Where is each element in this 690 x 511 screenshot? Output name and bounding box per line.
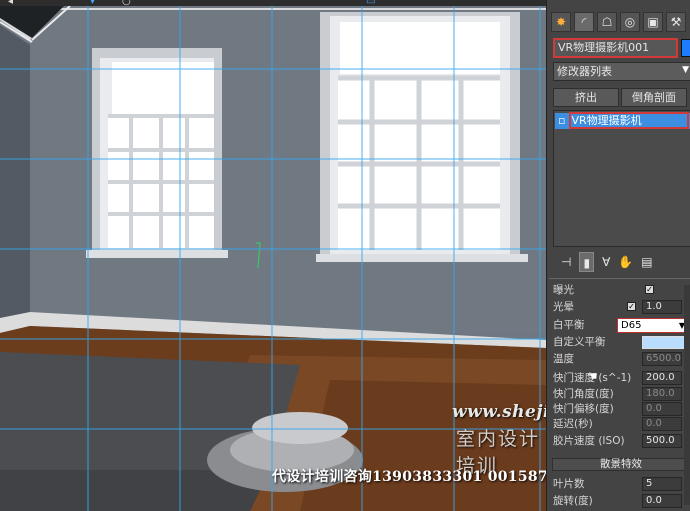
temperature-spinner[interactable]: 6500.0	[642, 352, 690, 366]
object-name-field[interactable]: VR物理摄影机001	[553, 38, 678, 58]
blades-spinner[interactable]: 5	[642, 477, 690, 491]
modifier-stack: ▫ VR物理摄影机	[553, 110, 690, 247]
exposure-row: 曝光 ✓	[553, 282, 690, 299]
temperature-row: 温度 6500.0	[553, 351, 690, 368]
shutter-speed-row: 快门速度 (s^-1) 200.0	[553, 370, 690, 387]
stack-tools: ⊣ ▮ ∀ ✋ ▤	[553, 252, 690, 272]
window-right	[316, 12, 528, 262]
shutter-offset-spinner[interactable]: 0.0	[642, 402, 690, 416]
white-balance-dropdown[interactable]: D65 ▼	[617, 318, 688, 333]
latency-spinner[interactable]: 0.0	[642, 417, 690, 431]
shutter-angle-label: 快门角度(度)	[553, 388, 614, 400]
select-icon[interactable]: ▾	[90, 0, 95, 7]
custom-balance-swatch[interactable]	[642, 336, 688, 349]
modifier-list-dropdown[interactable]: 修改器列表 ▼	[553, 62, 690, 81]
shutter-offset-label: 快门偏移(度)	[553, 403, 614, 415]
show-end-result-icon[interactable]: ▮	[579, 252, 595, 272]
exposure-label: 曝光	[553, 284, 574, 296]
vignetting-row: 光晕 ✓ 1.0	[553, 299, 690, 316]
watermark-site: www.shejiedu.com	[452, 402, 546, 422]
make-unique-icon[interactable]: ∀	[602, 252, 610, 272]
configure-sets-icon[interactable]: ▤	[641, 252, 652, 272]
iso-label: 胶片速度 (ISO)	[553, 435, 625, 447]
modify-icon[interactable]: ◜	[574, 12, 594, 32]
highlight-box	[569, 112, 689, 129]
vignetting-checkbox[interactable]: ✓	[627, 302, 636, 311]
object-color-swatch[interactable]	[681, 39, 690, 57]
shutter-angle-spinner[interactable]: 180.0	[642, 387, 690, 401]
watermark-phone: 代设计培训咨询13903833301 001587879379	[272, 469, 546, 485]
pin-stack-icon[interactable]: ⊣	[561, 252, 571, 272]
snap-icon[interactable]: ▭	[366, 0, 375, 7]
bokeh-rollout-header[interactable]: 散景特效	[552, 458, 690, 471]
window-left	[86, 48, 228, 258]
white-balance-label: 白平衡	[553, 319, 585, 331]
perspective-viewport[interactable]: ◂ ▾ ○ ▭ www.shejiedu.com 室内设计培训 代设计培训咨询1…	[0, 0, 546, 511]
modifier-buttons: 挤出 倒角剖面	[553, 88, 687, 107]
rotation-label: 旋转(度)	[553, 495, 593, 507]
extrude-button[interactable]: 挤出	[553, 88, 619, 107]
divider	[549, 278, 690, 279]
modifier-list-label: 修改器列表	[557, 65, 612, 78]
top-toolbar-strip: ◂ ▾ ○ ▭	[0, 0, 546, 7]
latency-row: 延迟(秒) 0.0	[553, 416, 690, 433]
hierarchy-icon[interactable]: ☖	[597, 12, 617, 32]
latency-label: 延迟(秒)	[553, 418, 593, 430]
arrow-icon[interactable]: ◂	[8, 0, 13, 7]
hand-cursor-icon: ☚	[587, 369, 598, 383]
exposure-checkbox[interactable]: ✓	[645, 285, 654, 294]
blades-row: 叶片数 5	[553, 476, 690, 493]
shutter-speed-spinner[interactable]: 200.0	[642, 371, 690, 385]
panel-tabs: ✸ ◜ ☖ ◎ ▣ ⚒	[551, 12, 686, 32]
temperature-label: 温度	[553, 353, 574, 365]
motion-icon[interactable]: ◎	[620, 12, 640, 32]
custom-balance-label: 自定义平衡	[553, 336, 606, 348]
rotation-spinner[interactable]: 0.0	[642, 494, 690, 508]
chevron-down-icon: ▼	[682, 65, 689, 75]
blades-label: 叶片数	[553, 478, 585, 490]
vignetting-label: 光晕	[553, 301, 574, 313]
bevel-profile-button[interactable]: 倒角剖面	[621, 88, 687, 107]
vignetting-spinner[interactable]: 1.0	[642, 300, 690, 314]
iso-spinner[interactable]: 500.0	[642, 434, 690, 448]
rotation-row: 旋转(度) 0.0	[553, 493, 690, 510]
panel-scrollbar[interactable]	[684, 285, 690, 505]
iso-row: 胶片速度 (ISO) 500.0	[553, 433, 690, 450]
rotate-icon[interactable]: ○	[122, 0, 131, 7]
stack-item-vrcamera[interactable]: ▫ VR物理摄影机	[555, 112, 690, 129]
display-icon[interactable]: ▣	[643, 12, 663, 32]
create-icon[interactable]: ✸	[551, 12, 571, 32]
lightbulb-icon[interactable]: ▫	[558, 114, 565, 127]
remove-modifier-icon[interactable]: ✋	[618, 252, 633, 272]
utilities-icon[interactable]: ⚒	[666, 12, 686, 32]
white-balance-value: D65	[621, 320, 642, 331]
